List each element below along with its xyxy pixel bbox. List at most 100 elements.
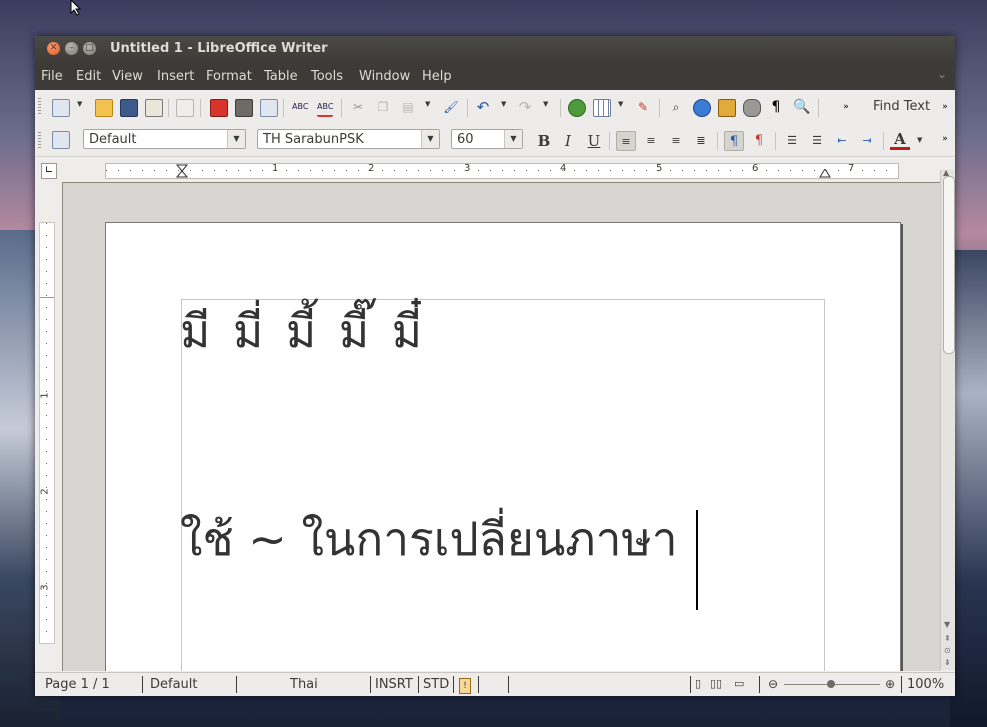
paste-dropdown-icon[interactable]: ▼ <box>425 100 430 108</box>
ltr-direction-button[interactable]: ¶ <box>724 131 744 151</box>
table-dropdown-icon[interactable]: ▼ <box>618 100 623 108</box>
text-area[interactable]: มี มี่ มี้ มี๊ มี๋ ใช้ ~ ในการเปลี่ยนภาษ… <box>180 299 825 671</box>
navigation-icon[interactable]: ⊙ <box>944 646 951 655</box>
paragraph-style-combo[interactable]: Default ▼ <box>83 129 246 149</box>
insert-mode[interactable]: INSRT <box>375 677 413 692</box>
new-icon[interactable] <box>52 99 70 117</box>
font-color-button[interactable]: A <box>890 131 910 150</box>
spellcheck-icon[interactable]: ABC <box>292 99 308 115</box>
menu-edit[interactable]: Edit <box>76 69 101 84</box>
title-bar[interactable]: ✕ – □ Untitled 1 - LibreOffice Writer <box>35 36 955 63</box>
chevron-down-icon[interactable]: ▼ <box>421 130 439 148</box>
format-overflow-icon[interactable]: » <box>937 131 953 147</box>
single-page-view-icon[interactable]: ▯ <box>695 677 701 690</box>
right-indent-marker-icon[interactable] <box>819 169 831 178</box>
menu-chevron-icon[interactable]: ⌄ <box>937 67 947 81</box>
find-replace-icon[interactable]: ⌕ <box>668 99 684 115</box>
scrollbar-thumb[interactable] <box>943 176 955 354</box>
pdf-icon[interactable] <box>210 99 228 117</box>
book-view-icon[interactable]: ▭ <box>734 677 744 690</box>
font-color-dropdown-icon[interactable]: ▼ <box>917 136 922 144</box>
bullets-button[interactable]: ☰ <box>807 131 827 151</box>
open-icon[interactable] <box>95 99 113 117</box>
draw-icon[interactable]: ✎ <box>635 99 651 115</box>
menu-view[interactable]: View <box>112 69 143 84</box>
close-window-button[interactable]: ✕ <box>47 42 60 55</box>
undo-icon[interactable]: ↶ <box>475 99 491 115</box>
redo-dropdown-icon[interactable]: ▼ <box>543 100 548 108</box>
document-page[interactable]: มี มี่ มี้ มี๊ มี๋ ใช้ ~ ในการเปลี่ยนภาษ… <box>105 222 901 671</box>
menu-table[interactable]: Table <box>264 69 298 84</box>
previous-page-icon[interactable]: ⇞ <box>944 634 951 643</box>
navigator-icon[interactable] <box>693 99 711 117</box>
new-dropdown-icon[interactable]: ▼ <box>77 100 82 108</box>
email-icon[interactable] <box>145 99 163 117</box>
zoom-icon[interactable]: 🔍 <box>793 99 810 115</box>
decrease-indent-button[interactable]: ⇤ <box>832 131 852 151</box>
autospell-icon[interactable]: ABC <box>317 99 333 117</box>
menu-file[interactable]: File <box>41 69 63 84</box>
page-style[interactable]: Default <box>150 677 198 692</box>
rtl-direction-button[interactable]: ¶ <box>749 131 769 151</box>
document-canvas[interactable]: มี มี่ มี้ มี๊ มี๋ ใช้ ~ ในการเปลี่ยนภาษ… <box>62 182 941 671</box>
menu-help[interactable]: Help <box>422 69 452 84</box>
gallery-icon[interactable] <box>718 99 736 117</box>
print-preview-icon[interactable] <box>260 99 278 117</box>
menu-tools[interactable]: Tools <box>311 69 343 84</box>
table-icon[interactable] <box>593 99 611 117</box>
hyperlink-icon[interactable] <box>568 99 586 117</box>
minimize-window-button[interactable]: – <box>65 42 78 55</box>
toolbar-grip[interactable] <box>38 98 41 114</box>
undo-dropdown-icon[interactable]: ▼ <box>501 100 506 108</box>
language[interactable]: Thai <box>290 677 318 692</box>
find-overflow-icon[interactable]: » <box>937 99 953 115</box>
menu-insert[interactable]: Insert <box>157 69 194 84</box>
multi-page-view-icon[interactable]: ▯▯ <box>710 677 722 690</box>
save-icon[interactable] <box>120 99 138 117</box>
chevron-down-icon[interactable]: ▼ <box>227 130 245 148</box>
zoom-out-icon[interactable]: ⊖ <box>768 677 778 691</box>
menu-window[interactable]: Window <box>359 69 410 84</box>
page-count[interactable]: Page 1 / 1 <box>45 677 110 692</box>
align-right-button[interactable]: ≡ <box>666 131 686 151</box>
zoom-in-icon[interactable]: ⊕ <box>885 677 895 691</box>
maximize-window-button[interactable]: □ <box>83 42 96 55</box>
next-page-icon[interactable]: ⇟ <box>944 658 951 667</box>
zoom-level[interactable]: 100% <box>907 677 944 692</box>
document-line-1[interactable]: มี มี่ มี้ มี๊ มี๋ <box>180 295 426 368</box>
document-line-2[interactable]: ใช้ ~ ในการเปลี่ยนภาษา <box>180 503 678 576</box>
menu-format[interactable]: Format <box>206 69 252 84</box>
redo-icon[interactable]: ↷ <box>517 99 533 115</box>
numbering-button[interactable]: ☰ <box>782 131 802 151</box>
left-indent-marker-icon[interactable] <box>176 164 188 178</box>
underline-button[interactable]: U <box>584 131 604 151</box>
selection-mode[interactable]: STD <box>423 677 449 692</box>
cut-icon[interactable]: ✂ <box>350 99 366 115</box>
font-name-combo[interactable]: TH SarabunPSK ▼ <box>257 129 440 149</box>
find-text-label[interactable]: Find Text <box>873 99 930 114</box>
copy-icon[interactable]: ❐ <box>375 99 391 115</box>
align-left-button[interactable]: ≡ <box>616 131 636 151</box>
align-center-button[interactable]: ≡ <box>641 131 661 151</box>
tab-stop-selector[interactable]: ∟ <box>41 163 57 179</box>
zoom-slider-thumb[interactable] <box>827 680 835 688</box>
vertical-ruler[interactable]: 1 2 3 <box>39 222 55 644</box>
bold-button[interactable]: B <box>534 131 554 151</box>
clone-format-icon[interactable]: 🖌 <box>443 99 459 115</box>
styles-formatting-icon[interactable] <box>52 131 70 149</box>
horizontal-ruler[interactable]: 1 2 3 4 5 6 7 <box>105 163 899 179</box>
toolbar-overflow-icon[interactable]: » <box>838 99 854 115</box>
print-icon[interactable] <box>235 99 253 117</box>
document-modified-icon[interactable]: ! <box>459 678 471 694</box>
data-sources-icon[interactable] <box>743 99 761 117</box>
justify-button[interactable]: ≣ <box>691 131 711 151</box>
italic-button[interactable]: I <box>558 131 578 151</box>
increase-indent-button[interactable]: ⇥ <box>857 131 877 151</box>
formatting-marks-icon[interactable]: ¶ <box>768 99 784 115</box>
chevron-down-icon[interactable]: ▼ <box>504 130 522 148</box>
edit-mode-icon[interactable] <box>176 99 194 117</box>
scroll-down-icon[interactable]: ▼ <box>944 620 950 629</box>
vertical-scrollbar[interactable]: ▲ ▼ ⇞ ⊙ ⇟ <box>940 168 955 670</box>
toolbar-grip[interactable] <box>38 132 41 148</box>
font-size-combo[interactable]: 60 ▼ <box>451 129 523 149</box>
